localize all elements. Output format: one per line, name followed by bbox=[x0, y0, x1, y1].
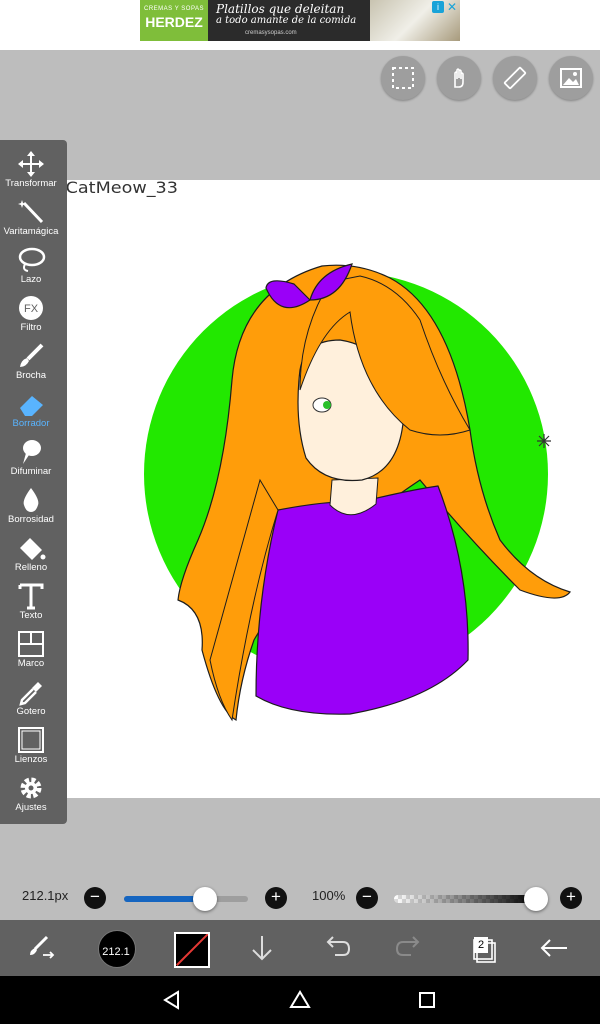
opacity-increase-button[interactable]: + bbox=[560, 887, 582, 909]
size-slider[interactable] bbox=[124, 896, 248, 902]
tool-transform[interactable]: Transformar bbox=[0, 144, 62, 192]
tool-eyedropper[interactable]: Gotero bbox=[0, 672, 62, 720]
drawing-canvas[interactable] bbox=[0, 180, 600, 798]
opacity-label: 100% bbox=[312, 888, 346, 903]
undo-icon bbox=[326, 936, 351, 956]
bottom-toolbar bbox=[0, 920, 600, 976]
ad-strip: CREMAS Y SOPAS HERDEZ Platillos que dele… bbox=[0, 0, 600, 50]
size-increase-button[interactable]: + bbox=[265, 887, 287, 909]
blur-drop-icon bbox=[23, 488, 39, 512]
undo-button[interactable] bbox=[316, 928, 356, 968]
selection-icon bbox=[392, 67, 414, 89]
nav-home-icon[interactable] bbox=[289, 989, 311, 1011]
ruler-icon bbox=[503, 66, 527, 90]
ad-close-icon[interactable]: ✕ bbox=[446, 1, 458, 13]
ruler-button[interactable] bbox=[493, 56, 537, 100]
svg-text:FX: FX bbox=[24, 303, 39, 315]
artwork bbox=[144, 263, 572, 722]
opacity-slider-knob[interactable] bbox=[524, 887, 548, 911]
brush-sliders: 212.1px − + 100% − + bbox=[0, 878, 600, 920]
canvas-icon bbox=[18, 727, 44, 753]
arrow-down-icon bbox=[252, 936, 272, 961]
hand-icon bbox=[454, 68, 464, 88]
fx-icon: FX bbox=[19, 296, 43, 320]
gear-icon bbox=[20, 777, 42, 799]
tool-blur[interactable]: Borrosidad bbox=[0, 480, 62, 528]
eyedropper-icon bbox=[19, 682, 42, 706]
brush-size-value: 212.1 bbox=[102, 946, 130, 958]
download-button[interactable] bbox=[242, 928, 282, 968]
smudge-icon bbox=[23, 440, 41, 464]
selection-button[interactable] bbox=[381, 56, 425, 100]
lasso-icon bbox=[18, 247, 46, 272]
redo-icon bbox=[395, 936, 420, 956]
size-decrease-button[interactable]: − bbox=[84, 887, 106, 909]
opacity-slider[interactable] bbox=[394, 895, 536, 903]
nav-back-icon[interactable] bbox=[162, 990, 182, 1010]
image-icon bbox=[560, 68, 582, 88]
tool-frame[interactable]: Marco bbox=[0, 624, 62, 672]
color-swatch[interactable] bbox=[174, 932, 210, 968]
hand-button[interactable] bbox=[437, 56, 481, 100]
tool-swap-button[interactable] bbox=[22, 928, 62, 968]
redo-button[interactable] bbox=[390, 928, 430, 968]
tool-text[interactable]: Texto bbox=[0, 576, 62, 624]
ad-brand-logo: CREMAS Y SOPAS HERDEZ bbox=[140, 0, 208, 41]
magic-wand-icon bbox=[18, 200, 44, 224]
tool-palette: Transformar Varitamágica Lazo FX Filtro … bbox=[0, 140, 67, 824]
text-icon bbox=[18, 583, 44, 610]
tool-magic-wand[interactable]: Varitamágica bbox=[0, 192, 62, 240]
tool-eraser[interactable]: Borrador bbox=[0, 384, 62, 432]
brush-swap-icon bbox=[30, 935, 55, 959]
tool-smudge[interactable]: Difuminar bbox=[0, 432, 62, 480]
ad-url: cremasysopas.com bbox=[245, 30, 297, 36]
ad-info-icon[interactable]: i bbox=[432, 1, 444, 13]
ad-tagline: Platillos que deleitan a todo amante de … bbox=[216, 2, 357, 26]
layer-count: 2 bbox=[474, 937, 488, 953]
nav-recents-icon[interactable] bbox=[418, 991, 436, 1009]
move-icon bbox=[18, 151, 44, 177]
tool-brush[interactable]: Brocha bbox=[0, 336, 62, 384]
ad-banner[interactable]: CREMAS Y SOPAS HERDEZ Platillos que dele… bbox=[140, 0, 460, 41]
bucket-icon bbox=[20, 538, 46, 560]
arrow-left-icon bbox=[540, 939, 567, 957]
opacity-decrease-button[interactable]: − bbox=[356, 887, 378, 909]
gallery-button[interactable] bbox=[549, 56, 593, 100]
tool-canvas[interactable]: Lienzos bbox=[0, 720, 62, 768]
artist-signature: @CatMeow_33 bbox=[48, 178, 178, 197]
tool-fill[interactable]: Relleno bbox=[0, 528, 62, 576]
system-nav-bar bbox=[0, 976, 600, 1024]
eraser-icon bbox=[20, 396, 43, 416]
tool-filter[interactable]: FX Filtro bbox=[0, 288, 62, 336]
frame-icon bbox=[18, 631, 44, 657]
tool-settings[interactable]: Ajustes bbox=[0, 768, 62, 816]
size-slider-knob[interactable] bbox=[192, 887, 217, 911]
brush-icon bbox=[20, 343, 44, 367]
brush-size-label: 212.1px bbox=[22, 888, 69, 903]
back-button[interactable] bbox=[534, 928, 574, 968]
tool-lasso[interactable]: Lazo bbox=[0, 240, 62, 288]
